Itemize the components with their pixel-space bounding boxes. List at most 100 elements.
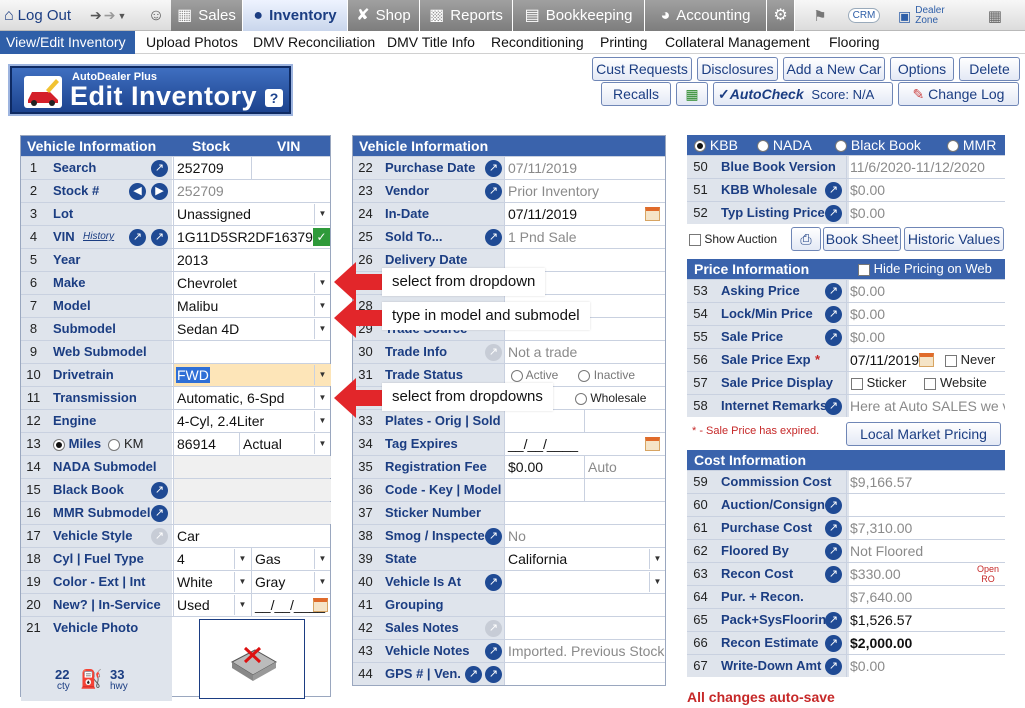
field-value[interactable]: Sedan 4D bbox=[173, 318, 331, 340]
field-value[interactable]: 2013 bbox=[173, 249, 331, 271]
lookup-arrow-icon[interactable]: ↗ bbox=[825, 635, 842, 652]
tab-accounting[interactable]: ◕ Accounting bbox=[645, 0, 767, 31]
field-value[interactable] bbox=[173, 479, 331, 501]
subnav-printing[interactable]: Printing bbox=[600, 31, 647, 54]
field-value[interactable]: 252709 bbox=[173, 157, 251, 179]
local-market-pricing-button[interactable]: Local Market Pricing bbox=[846, 422, 1001, 446]
dropdown-arrow-icon[interactable]: ▼ bbox=[314, 204, 330, 224]
field-value[interactable]: 4-Cyl, 2.4Liter bbox=[173, 410, 331, 432]
lookup-arrow-icon[interactable]: ↗ bbox=[825, 658, 842, 675]
calendar-icon[interactable] bbox=[919, 353, 934, 367]
vin-history-link[interactable]: History bbox=[83, 226, 114, 248]
dropdown-arrow-icon[interactable]: ▼ bbox=[314, 365, 330, 385]
tab-reports[interactable]: ▩ Reports bbox=[420, 0, 513, 31]
bell-icon[interactable]: ⚑ bbox=[808, 0, 832, 31]
dealer-zone-link[interactable]: ▣ Dealer Zone bbox=[898, 0, 968, 31]
history-nav[interactable]: ➔ ➔ ▼ bbox=[90, 0, 138, 31]
dropdown-arrow-icon[interactable]: ▼ bbox=[234, 572, 250, 592]
field-value[interactable] bbox=[251, 157, 331, 179]
field-value[interactable]: 86914 bbox=[173, 433, 239, 455]
dropdown-arrow-icon[interactable]: ▼ bbox=[234, 595, 250, 615]
field-value[interactable] bbox=[504, 502, 666, 524]
wholesale-radio[interactable]: Wholesale bbox=[575, 387, 646, 409]
field-value[interactable]: Car bbox=[173, 525, 331, 547]
calendar-icon[interactable] bbox=[645, 437, 660, 451]
field-value[interactable]: California bbox=[504, 548, 666, 570]
subnav-upload-photos[interactable]: Upload Photos bbox=[146, 31, 238, 54]
calendar-icon[interactable] bbox=[645, 207, 660, 221]
show-auction-checkbox[interactable]: Show Auction bbox=[689, 232, 777, 246]
calendar-icon[interactable] bbox=[313, 598, 328, 612]
subnav-reconditioning[interactable]: Reconditioning bbox=[491, 31, 584, 54]
forward-arrow-icon[interactable]: ➔ bbox=[104, 7, 116, 24]
subnav-dmv-title-info[interactable]: DMV Title Info bbox=[387, 31, 475, 54]
spreadsheet-icon[interactable]: ▦ bbox=[676, 82, 708, 106]
tab-sales[interactable]: ▦ Sales bbox=[171, 0, 243, 31]
tab-shop[interactable]: ✘ Shop bbox=[348, 0, 420, 31]
lookup-arrow-icon[interactable]: ↗ bbox=[825, 283, 842, 300]
dropdown-arrow-icon[interactable]: ▼ bbox=[314, 319, 330, 339]
field-value[interactable] bbox=[504, 663, 666, 685]
field-value[interactable] bbox=[504, 571, 666, 593]
field-value[interactable]: 07/11/2019 bbox=[504, 203, 666, 225]
lookup-arrow-icon[interactable]: ↗ bbox=[825, 329, 842, 346]
options-button[interactable]: Options bbox=[890, 57, 954, 81]
dropdown-arrow-icon[interactable]: ▼ bbox=[649, 572, 665, 592]
field-value[interactable]: Chevrolet bbox=[173, 272, 331, 294]
lookup-arrow-icon[interactable]: ↗ bbox=[151, 505, 168, 522]
user-avatar-icon[interactable]: ☺ bbox=[144, 0, 168, 31]
lookup-arrow-icon[interactable]: ↗ bbox=[485, 574, 502, 591]
lookup-arrow-icon[interactable]: ↗ bbox=[825, 497, 842, 514]
radio-mmr[interactable]: MMR bbox=[947, 135, 996, 155]
lookup-arrow-icon[interactable]: ◀ bbox=[129, 183, 146, 200]
field-value[interactable] bbox=[584, 479, 666, 501]
field-value[interactable]: $2,000.00 bbox=[846, 632, 1005, 654]
lookup-arrow-icon[interactable]: ↗ bbox=[825, 566, 842, 583]
crm-button[interactable]: CRM bbox=[844, 0, 884, 31]
field-value[interactable]: $0.00 bbox=[504, 456, 584, 478]
lookup-arrow-icon[interactable]: ↗ bbox=[485, 643, 502, 660]
dropdown-arrow-icon[interactable]: ▼ bbox=[649, 549, 665, 569]
disclosures-button[interactable]: Disclosures bbox=[697, 57, 778, 81]
lookup-arrow-icon[interactable]: ↗ bbox=[825, 543, 842, 560]
help-icon[interactable]: ? bbox=[265, 89, 283, 107]
cust-requests-button[interactable]: Cust Requests bbox=[592, 57, 692, 81]
chevron-down-icon[interactable]: ▼ bbox=[117, 11, 126, 21]
dropdown-arrow-icon[interactable]: ▼ bbox=[314, 572, 330, 592]
field-value[interactable] bbox=[504, 594, 666, 616]
dropdown-arrow-icon[interactable]: ▼ bbox=[314, 434, 330, 454]
radio-nada[interactable]: NADA bbox=[757, 135, 812, 155]
delete-button[interactable]: Delete bbox=[959, 57, 1020, 81]
tab-inventory[interactable]: ● Inventory bbox=[243, 0, 348, 31]
drivetrain-selected-value[interactable]: FWD bbox=[176, 367, 210, 383]
lookup-arrow-icon[interactable]: ↗ bbox=[825, 520, 842, 537]
dropdown-arrow-icon[interactable]: ▼ bbox=[314, 549, 330, 569]
lookup-arrow-icon[interactable]: ↗ bbox=[485, 666, 502, 683]
settings-gear-icon[interactable]: ⚙ bbox=[767, 0, 795, 31]
field-value[interactable]: __/__/____ bbox=[504, 433, 666, 455]
lookup-arrow-icon[interactable]: ↗ bbox=[151, 482, 168, 499]
printer-icon[interactable]: ⎙ bbox=[791, 227, 821, 251]
recalls-button[interactable]: Recalls bbox=[601, 82, 671, 106]
radio-black-book[interactable]: Black Book bbox=[835, 135, 921, 155]
lookup-arrow-icon[interactable]: ↗ bbox=[825, 182, 842, 199]
subnav-view-edit-inventory[interactable]: View/Edit Inventory bbox=[0, 31, 135, 54]
dropdown-arrow-icon[interactable]: ▼ bbox=[314, 411, 330, 431]
lookup-arrow-icon[interactable]: ↗ bbox=[465, 666, 482, 683]
field-value[interactable] bbox=[173, 341, 331, 363]
autocheck-button[interactable]: ✓AutoCheck Score: N/A bbox=[713, 82, 893, 106]
field-value[interactable] bbox=[173, 502, 331, 524]
dropdown-arrow-icon[interactable]: ▼ bbox=[234, 549, 250, 569]
lookup-arrow-icon[interactable]: ↗ bbox=[825, 398, 842, 415]
tab-bookkeeping[interactable]: ▤ Bookkeeping bbox=[513, 0, 645, 31]
field-value[interactable]: Malibu bbox=[173, 295, 331, 317]
lookup-arrow-icon[interactable]: ↗ bbox=[825, 306, 842, 323]
back-arrow-icon[interactable]: ➔ bbox=[90, 7, 102, 24]
sale-price-display-checkboxes[interactable]: Sticker Website bbox=[851, 372, 987, 394]
radio-kbb[interactable]: KBB bbox=[694, 135, 738, 155]
dropdown-arrow-icon[interactable]: ▼ bbox=[314, 388, 330, 408]
field-value[interactable]: Automatic, 6-Spd bbox=[173, 387, 331, 409]
lookup-arrow-icon[interactable]: ↗ bbox=[485, 229, 502, 246]
change-log-button[interactable]: ✎ Change Log bbox=[898, 82, 1019, 106]
field-value[interactable] bbox=[504, 479, 584, 501]
